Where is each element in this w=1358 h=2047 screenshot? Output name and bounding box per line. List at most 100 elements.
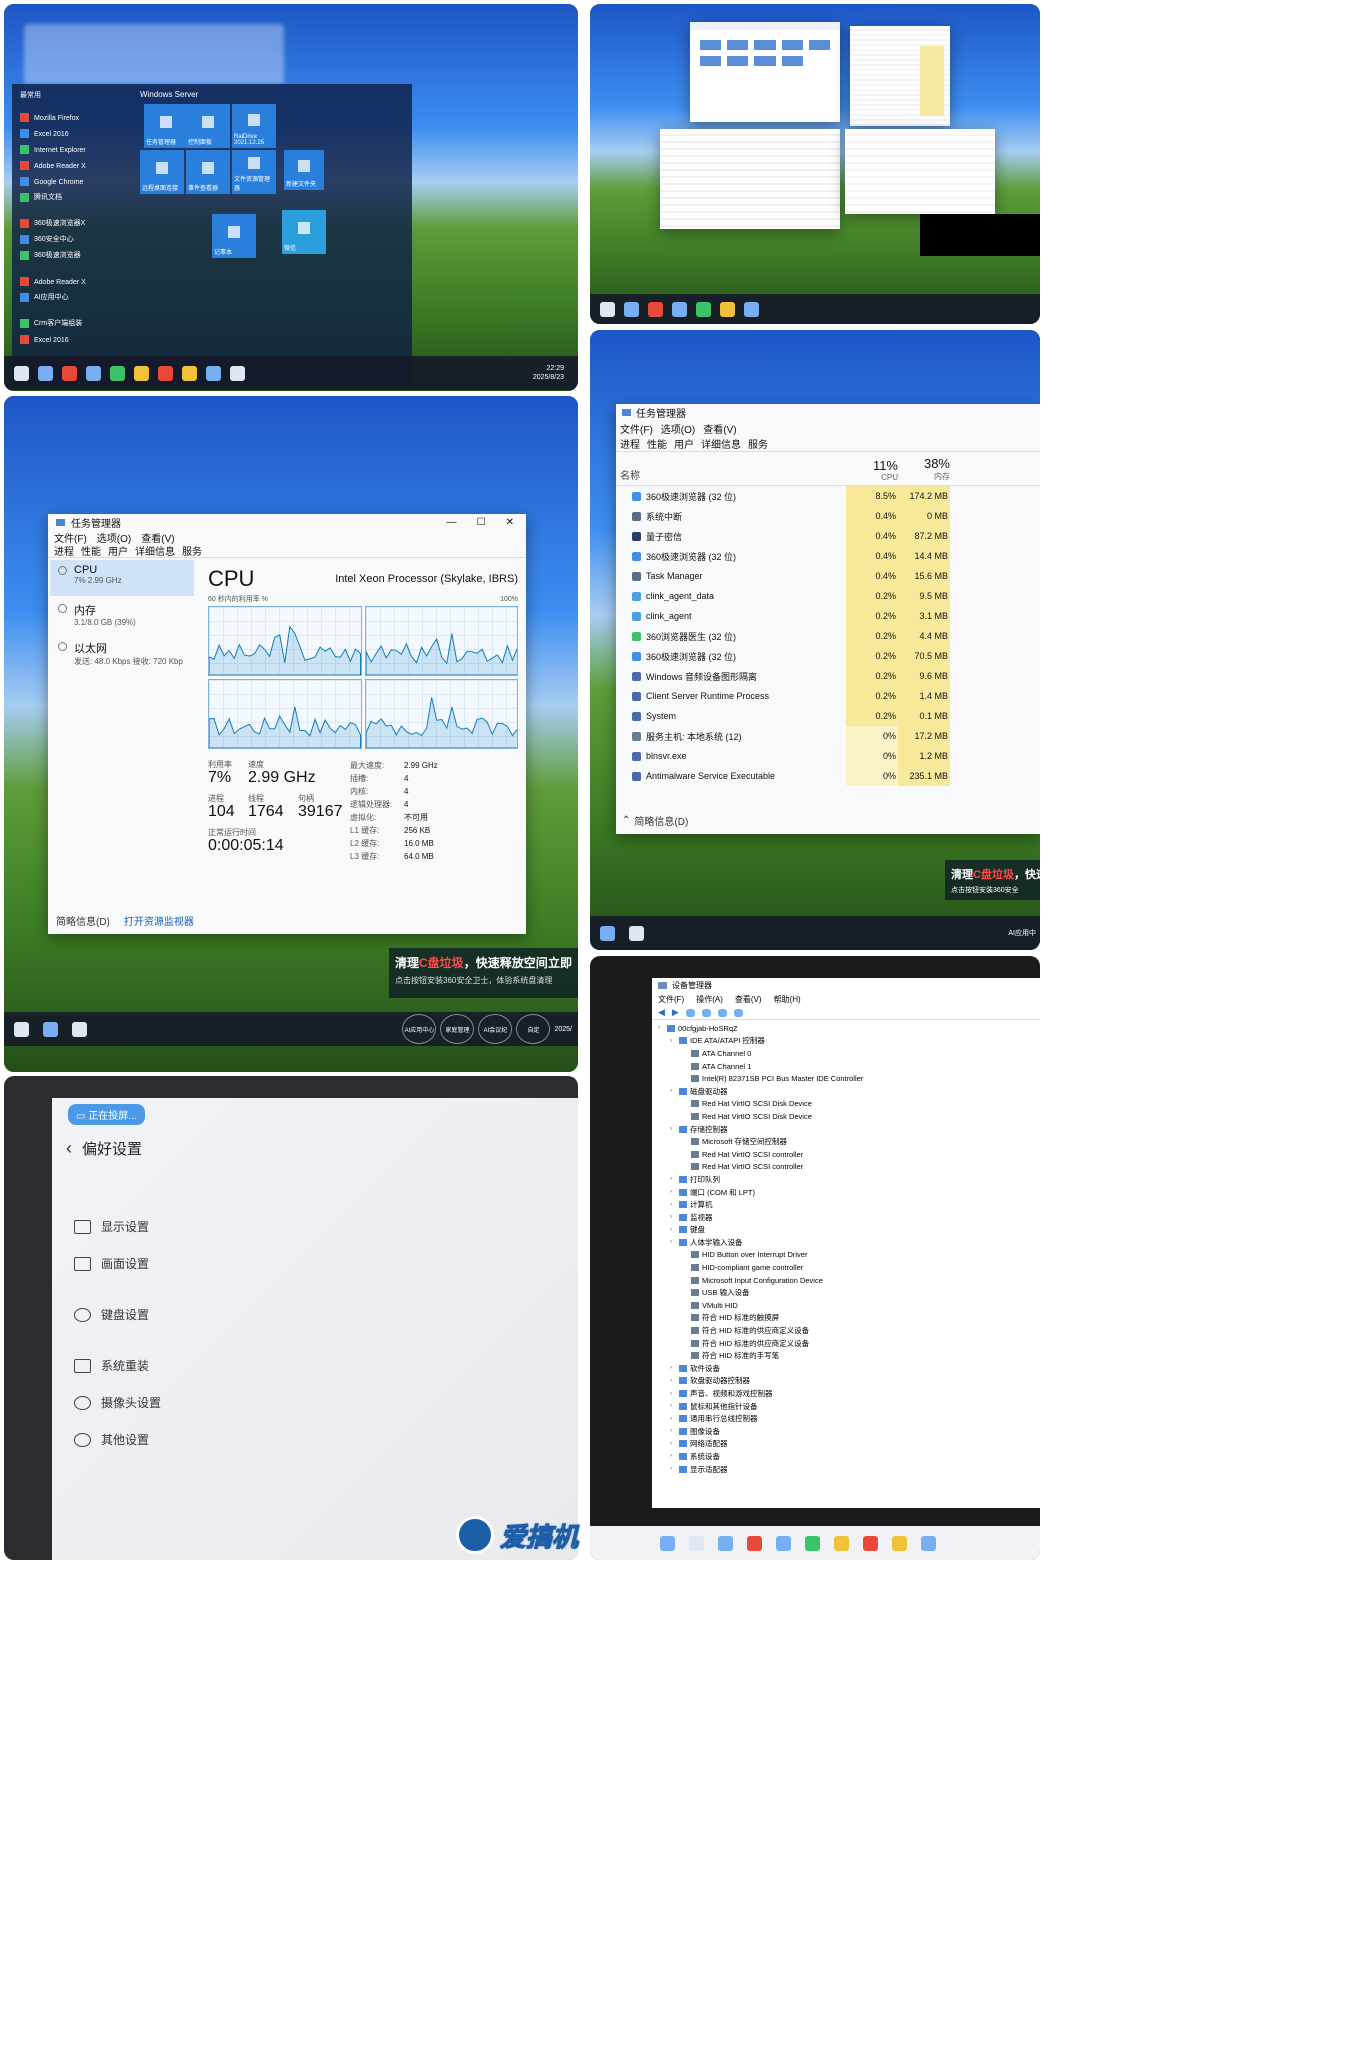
process-row[interactable]: clink_agent_data 0.2% 9.5 MB [616, 586, 1040, 606]
tab[interactable]: 性能 [647, 436, 667, 451]
device-tree-node[interactable]: › 鼠标和其他指针设备 [652, 1400, 1040, 1413]
control-panel-window[interactable] [690, 22, 840, 122]
process-row[interactable]: Windows 音频设备图形隔离 0.2% 9.6 MB [616, 666, 1040, 686]
start-app-item[interactable]: AI应用中心 [20, 286, 135, 302]
tab[interactable]: 详细信息 [135, 543, 175, 558]
start-app-item[interactable]: Excel 2016 [20, 122, 135, 138]
start-app-item[interactable]: Mozilla Firefox [20, 106, 135, 122]
process-row[interactable]: 系统中断 0.4% 0 MB [616, 506, 1040, 526]
device-tree-node[interactable]: › 存储控制器 [652, 1123, 1040, 1136]
browser-icon[interactable] [134, 365, 149, 381]
network-icon[interactable] [72, 1021, 87, 1037]
tab[interactable]: 进程 [620, 436, 640, 451]
device-tree-node[interactable]: › 图像设备 [652, 1425, 1040, 1438]
device-tree-node[interactable]: › 软件设备 [652, 1362, 1040, 1375]
tray-app-button[interactable]: 家庭管理 [440, 1014, 475, 1044]
start-button[interactable] [660, 1535, 675, 1551]
start-app-item[interactable]: 360极速浏览器 [20, 244, 135, 260]
device-tree-node[interactable]: › 打印队列 [652, 1173, 1040, 1186]
settings-item[interactable]: 系统重装 [74, 1357, 149, 1374]
back-icon[interactable]: ◀ [658, 1007, 665, 1018]
process-row[interactable]: Task Manager 0.4% 15.6 MB [616, 566, 1040, 586]
settings-item[interactable]: 其他设置 [74, 1431, 149, 1448]
task-view-icon[interactable] [689, 1535, 704, 1551]
cleanup-notification[interactable]: 清理C盘垃圾，快速 点击按钮安装360安全 [945, 860, 1040, 900]
device-tree-node[interactable]: › 网络适配器 [652, 1438, 1040, 1451]
tray-label[interactable]: AI应用中 [1008, 928, 1036, 938]
process-row[interactable]: 量子密信 0.4% 87.2 MB [616, 526, 1040, 546]
app-icon[interactable] [648, 301, 663, 317]
edge-icon[interactable] [776, 1535, 791, 1551]
process-row[interactable]: 360极速浏览器 (32 位) 0.2% 70.5 MB [616, 646, 1040, 666]
tab[interactable]: 服务 [182, 543, 202, 558]
device-tree-node[interactable]: 符合 HID 标准的供应商定义设备 [652, 1324, 1040, 1337]
perf-sidebar-item[interactable]: 内存 3.1/8.0 GB (39%) [50, 598, 194, 634]
app-icon[interactable] [921, 1535, 936, 1551]
perf-sidebar-item[interactable]: 以太网 发送: 48.0 Kbps 接收: 720 Kbp [50, 636, 194, 672]
device-tree-node[interactable]: Red Hat VirtIO SCSI Disk Device [652, 1110, 1040, 1123]
device-tree-node[interactable]: › IDE ATA/ATAPI 控制器 [652, 1035, 1040, 1048]
maximize-button[interactable]: ☐ [477, 517, 486, 528]
app-icon[interactable] [747, 1535, 762, 1551]
start-tile[interactable]: 记事本 [212, 214, 256, 258]
device-tree-node[interactable]: › 键盘 [652, 1224, 1040, 1237]
start-tile[interactable]: 微信 [282, 210, 326, 254]
folder-icon[interactable] [892, 1535, 907, 1551]
forward-icon[interactable]: ▶ [672, 1007, 679, 1018]
system-info-window[interactable] [660, 129, 840, 229]
device-tree-node[interactable]: › 端口 (COM 和 LPT) [652, 1186, 1040, 1199]
device-tree-node[interactable]: › 监视器 [652, 1211, 1040, 1224]
start-app-item[interactable]: Internet Explorer [20, 138, 135, 154]
search-icon[interactable] [38, 365, 53, 381]
tray-app-button[interactable]: AI会议纪 [478, 1014, 513, 1044]
chrome-icon[interactable] [110, 365, 125, 381]
start-tile[interactable]: 新建文件夹 [284, 150, 324, 190]
tab[interactable]: 用户 [108, 543, 128, 558]
device-tree-node[interactable]: USB 输入设备 [652, 1286, 1040, 1299]
help-icon[interactable] [717, 1008, 727, 1017]
settings-item[interactable]: 键盘设置 [74, 1306, 149, 1323]
chrome-icon[interactable] [696, 301, 711, 317]
device-tree-node[interactable]: HID-compliant game controller [652, 1261, 1040, 1274]
process-row[interactable]: 服务主机: 本地系统 (12) 0% 17.2 MB [616, 726, 1040, 746]
menu-item[interactable]: 操作(A) [696, 994, 723, 1005]
folder-icon[interactable] [182, 365, 197, 381]
settings-icon[interactable] [230, 365, 245, 381]
device-tree-node[interactable]: Red Hat VirtIO SCSI controller [652, 1148, 1040, 1161]
device-tree-node[interactable]: › 声音、视频和游戏控制器 [652, 1387, 1040, 1400]
device-tree-node[interactable]: Intel(R) 82371SB PCI Bus Master IDE Cont… [652, 1072, 1040, 1085]
menu-item[interactable]: 帮助(H) [774, 994, 801, 1005]
device-tree-node[interactable]: Microsoft 存储空间控制器 [652, 1135, 1040, 1148]
firefox-icon[interactable] [863, 1535, 878, 1551]
tab[interactable]: 服务 [748, 436, 768, 451]
start-app-item[interactable]: Adobe Reader X [20, 260, 135, 286]
tab[interactable]: 性能 [81, 543, 101, 558]
device-tree-node[interactable]: › 系统设备 [652, 1450, 1040, 1463]
start-tile[interactable]: 文件资源管理器 [232, 150, 276, 194]
device-tree-node[interactable]: › 软盘驱动器控制器 [652, 1375, 1040, 1388]
start-tile[interactable]: 远程桌面连接 [140, 150, 184, 194]
firefox-icon[interactable] [158, 365, 173, 381]
start-button[interactable] [600, 301, 615, 317]
menu-item[interactable]: 文件(F) [658, 994, 684, 1005]
menu-item[interactable]: 选项(O) [661, 421, 695, 436]
device-tree-node[interactable]: ATA Channel 0 [652, 1047, 1040, 1060]
device-tree-node[interactable]: › 显示适配器 [652, 1463, 1040, 1476]
app-icon[interactable] [718, 1535, 733, 1551]
start-app-item[interactable]: Adobe Reader X [20, 154, 135, 170]
settings-item[interactable]: 摄像头设置 [74, 1394, 161, 1411]
task-view-icon[interactable] [14, 1021, 29, 1037]
start-tile[interactable]: RaiDrive 2021.12.25 [232, 104, 276, 148]
app-icon[interactable] [206, 365, 221, 381]
tray-app-button[interactable]: 自定 [516, 1014, 551, 1044]
device-tree-node[interactable]: › 通用串行总线控制器 [652, 1412, 1040, 1425]
tab[interactable]: 详细信息 [701, 436, 741, 451]
list-window[interactable] [850, 26, 950, 126]
process-row[interactable]: clink_agent 0.2% 3.1 MB [616, 606, 1040, 626]
settings-item[interactable]: 画面设置 [74, 1255, 149, 1272]
menu-item[interactable]: 查看(V) [735, 994, 762, 1005]
folder-icon[interactable] [720, 301, 735, 317]
minimize-button[interactable]: — [447, 517, 457, 528]
device-tree-node[interactable]: Red Hat VirtIO SCSI Disk Device [652, 1098, 1040, 1111]
task-manager-window[interactable] [845, 129, 995, 214]
